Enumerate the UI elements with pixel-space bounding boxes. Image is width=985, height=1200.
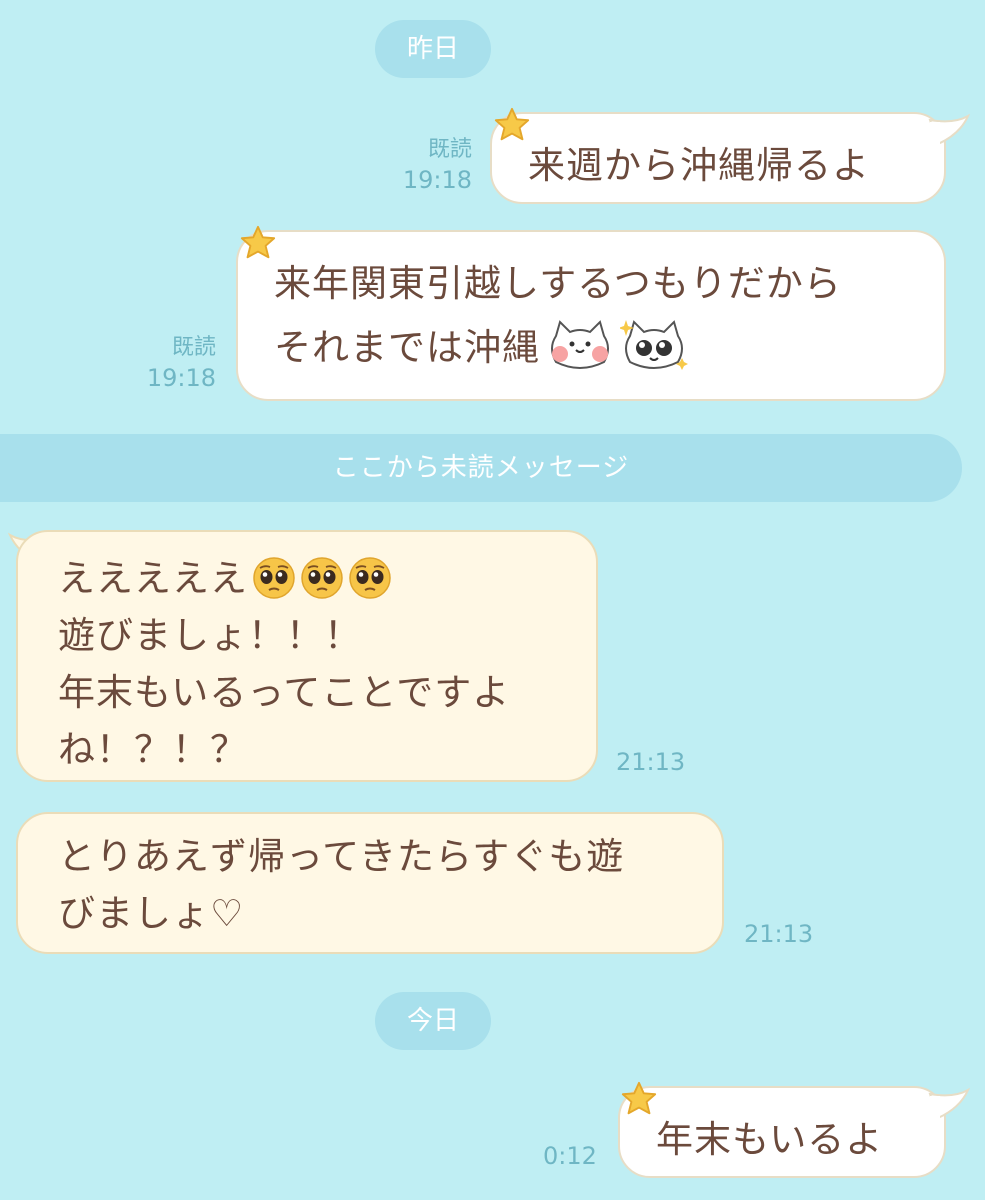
cat-blush-icon [551,319,609,369]
message-text: 来年関東引越しするつもりだから [274,262,842,305]
star-icon [621,1081,657,1115]
cat-sparkle-eyes-icon [620,319,688,370]
message-bubble-incoming[interactable]: えええええ 遊びましょ！！！ 年末もいるってことですよ ね！？！？ [16,530,598,782]
message-text: ね！？！？ [58,728,248,771]
pleading-face-icon [253,556,295,599]
pleading-face-icon [301,556,343,599]
bubble-tail-icon [928,113,971,146]
message-text: それまでは沖縄 [274,326,540,369]
bubble-tail-icon [928,1087,971,1120]
message-time: 21:13 [744,920,814,948]
message-text: びましょ♡ [58,892,245,935]
message-time: 19:18 [146,364,216,392]
message-bubble-outgoing[interactable]: 来年関東引越しするつもりだから それまでは沖縄 [236,230,946,401]
message-time: 19:18 [402,166,472,194]
read-receipt: 既読 [427,137,472,162]
message-text: 年末もいるよ [656,1118,884,1161]
unread-divider: ここから未読メッセージ [0,434,962,502]
message-bubble-outgoing[interactable]: 年末もいるよ [618,1086,946,1178]
message-text: 遊びましょ！！！ [58,614,362,657]
message-bubble-outgoing[interactable]: 来週から沖縄帰るよ [490,112,946,204]
date-separator-yesterday: 昨日 [375,20,491,78]
message-text-with-stickers: それまでは沖縄 [274,316,944,380]
pleading-face-icon [349,556,391,599]
star-icon [240,225,276,259]
message-text-with-emoji: えええええ [58,550,596,607]
message-time: 21:13 [616,748,686,776]
message-bubble-incoming[interactable]: とりあえず帰ってきたらすぐも遊 びましょ♡ [16,812,724,954]
message-text: 来週から沖縄帰るよ [528,144,870,187]
message-text: 年末もいるってことですよ [58,671,511,714]
message-text: えええええ [58,557,248,600]
message-meta: 既読 19:18 [380,135,472,195]
read-receipt: 既読 [171,335,216,360]
message-meta: 既読 19:18 [128,333,216,393]
star-icon [494,107,530,141]
date-separator-today: 今日 [375,992,491,1050]
message-text: とりあえず帰ってきたらすぐも遊 [58,835,625,878]
message-time: 0:12 [543,1142,597,1170]
